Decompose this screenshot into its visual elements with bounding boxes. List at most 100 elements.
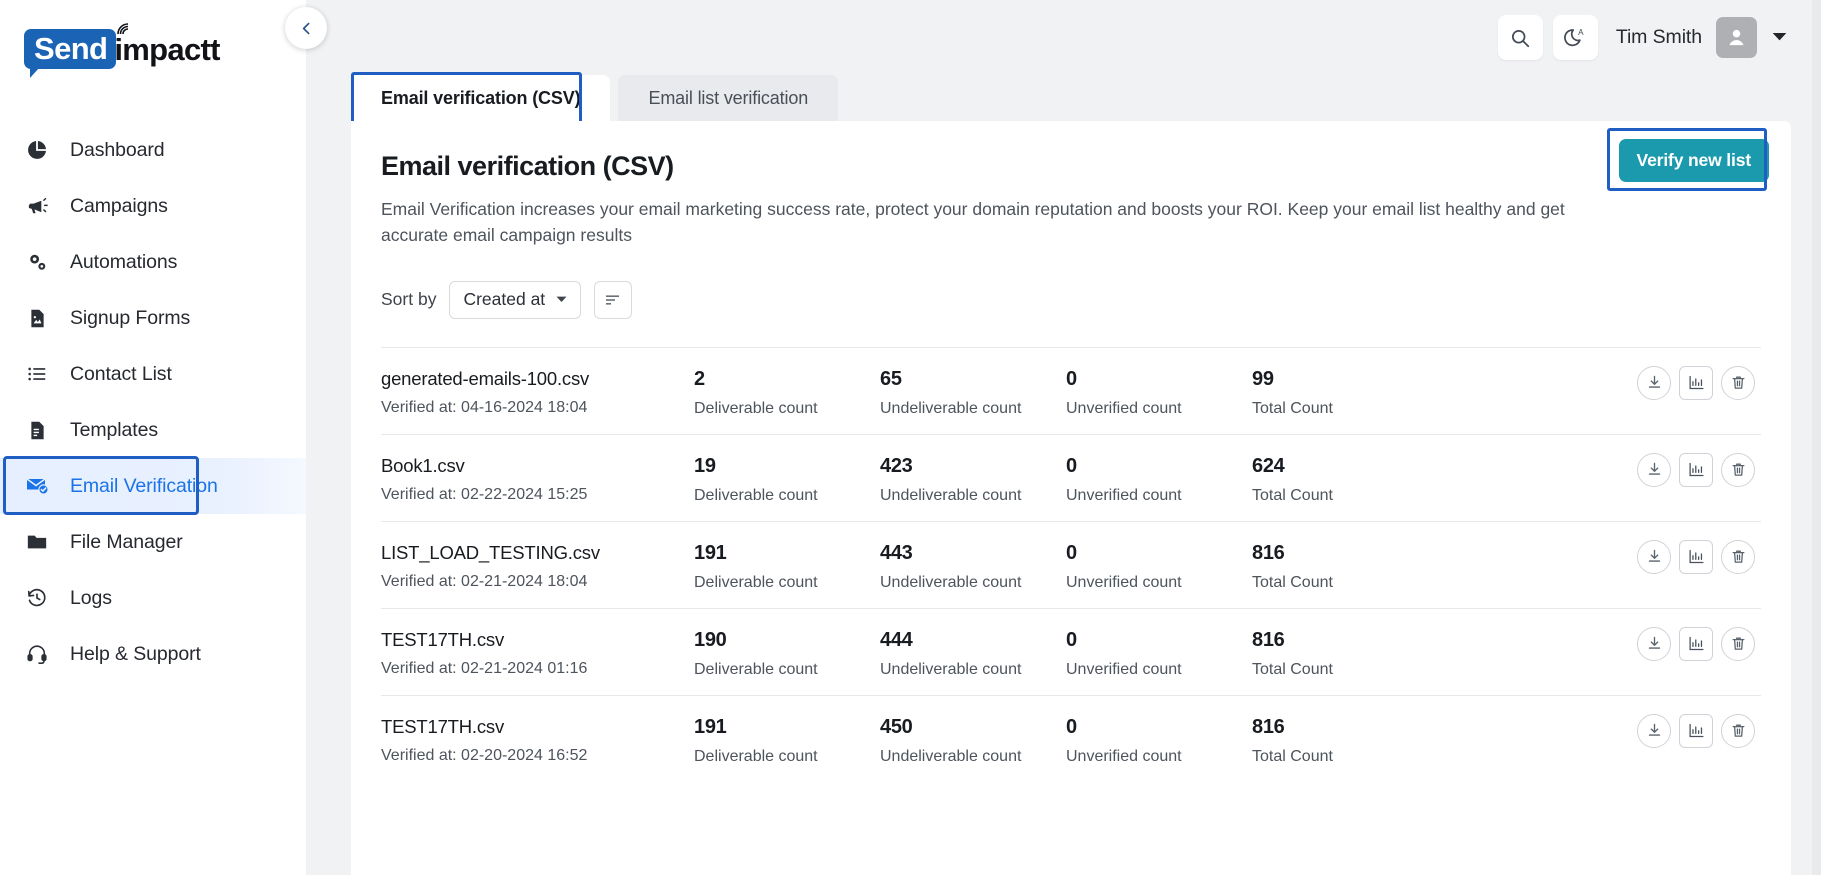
unverified-count: 0 [1066, 715, 1077, 738]
tab-email-verification-csv[interactable]: Email verification (CSV) [351, 75, 611, 121]
theme-toggle-button[interactable]: A [1552, 15, 1598, 60]
tab-label: Email list verification [648, 87, 809, 108]
sidebar-nav: Dashboard Campaigns Automations Signup F… [0, 122, 306, 682]
sidebar-item-automations[interactable]: Automations [0, 234, 306, 290]
undeliverable-count: 65 [880, 367, 902, 390]
total-count: 99 [1252, 367, 1274, 390]
file-name: TEST17TH.csv [381, 715, 505, 737]
logo-text-impactt: impactt [114, 22, 220, 65]
unverified-count: 0 [1066, 628, 1077, 651]
sidebar-item-templates[interactable]: Templates [0, 402, 306, 458]
total-count: 624 [1252, 454, 1285, 477]
verify-new-list-wrapper: Verify new list [1606, 128, 1769, 191]
user-menu-caret[interactable] [1772, 29, 1787, 47]
sidebar-item-signup-forms[interactable]: Signup Forms [0, 290, 306, 346]
sidebar-item-dashboard[interactable]: Dashboard [0, 122, 306, 178]
sidebar-item-file-manager[interactable]: File Manager [0, 514, 306, 570]
page-description: Email Verification increases your email … [381, 199, 1565, 246]
undeliverable-label: Undeliverable count [880, 573, 1022, 591]
download-button[interactable] [1637, 626, 1671, 661]
undeliverable-label: Undeliverable count [880, 747, 1022, 765]
tab-email-list-verification[interactable]: Email list verification [618, 75, 839, 121]
sidebar-collapse-button[interactable] [285, 7, 327, 49]
sidebar-item-label: Help & Support [70, 642, 201, 665]
total-count: 816 [1252, 541, 1285, 564]
total-cell: 816 Total Count [1252, 716, 1438, 766]
sidebar-item-help-support[interactable]: Help & Support [0, 626, 306, 682]
verify-new-list-button[interactable]: Verify new list [1618, 139, 1769, 182]
undeliverable-cell: 423 Undeliverable count [880, 455, 1066, 505]
tab-label: Email verification (CSV) [381, 87, 581, 108]
mail-check-icon [24, 474, 50, 498]
main-area: A Tim Smith Email verification (CSV) Ema… [306, 0, 1821, 875]
total-count: 816 [1252, 715, 1285, 738]
app-root: Send impactt Dashboard Campaigns Automat… [0, 0, 1821, 875]
deliverable-label: Deliverable count [694, 573, 818, 591]
total-label: Total Count [1252, 747, 1333, 765]
download-button[interactable] [1637, 365, 1671, 400]
deliverable-label: Deliverable count [694, 660, 818, 678]
stats-button[interactable] [1679, 626, 1713, 661]
chevron-down-icon [1772, 32, 1787, 40]
deliverable-count: 190 [694, 628, 727, 651]
deliverable-label: Deliverable count [694, 399, 818, 417]
right-edge-strip [1812, 0, 1821, 875]
unverified-label: Unverified count [1066, 660, 1182, 678]
verified-at: Verified at: 02-22-2024 15:25 [381, 485, 588, 503]
table-row[interactable]: TEST17TH.csv Verified at: 02-20-2024 16:5… [381, 694, 1761, 782]
sort-by-select[interactable]: Created at [449, 280, 582, 319]
form-image-icon [24, 308, 50, 329]
sidebar-item-logs[interactable]: Logs [0, 570, 306, 626]
stats-button[interactable] [1679, 539, 1713, 574]
total-cell: 816 Total Count [1252, 629, 1438, 679]
stats-button[interactable] [1679, 713, 1713, 748]
stats-button[interactable] [1679, 365, 1713, 400]
page-title: Email verification (CSV) [381, 151, 674, 181]
search-button[interactable] [1497, 15, 1543, 60]
file-cell: LIST_LOAD_TESTING.csv Verified at: 02-21-… [381, 542, 694, 591]
brand-logo[interactable]: Send impactt [0, 0, 306, 96]
sidebar-item-label: Email Verification [70, 474, 218, 497]
verified-at: Verified at: 04-16-2024 18:04 [381, 398, 588, 416]
megaphone-icon [24, 195, 50, 218]
file-name: Book1.csv [381, 454, 465, 476]
table-row[interactable]: LIST_LOAD_TESTING.csv Verified at: 02-21-… [381, 520, 1761, 608]
row-actions [1438, 713, 1761, 748]
unverified-cell: 0 Unverified count [1066, 629, 1252, 679]
stats-button[interactable] [1679, 452, 1713, 487]
sort-direction-button[interactable] [594, 280, 633, 319]
delete-button[interactable] [1721, 452, 1755, 487]
avatar[interactable] [1716, 17, 1757, 58]
delete-button[interactable] [1721, 626, 1755, 661]
logo-bubble: Send [24, 29, 117, 78]
deliverable-cell: 190 Deliverable count [694, 629, 880, 679]
sidebar-item-label: Signup Forms [70, 306, 191, 329]
sidebar-item-email-verification[interactable]: Email Verification [0, 456, 306, 515]
download-button[interactable] [1637, 713, 1671, 748]
table-row[interactable]: generated-emails-100.csv Verified at: 04-… [381, 346, 1761, 434]
headset-icon [24, 643, 50, 665]
download-button[interactable] [1637, 452, 1671, 487]
tab-bar: Email verification (CSV) Email list veri… [306, 72, 1821, 126]
sidebar-item-contact-list[interactable]: Contact List [0, 346, 306, 402]
row-actions [1438, 365, 1761, 400]
file-cell: generated-emails-100.csv Verified at: 04-… [381, 368, 694, 417]
chevron-down-icon [556, 296, 567, 302]
sidebar-item-label: Campaigns [70, 194, 168, 217]
table-row[interactable]: TEST17TH.csv Verified at: 02-21-2024 01:1… [381, 607, 1761, 695]
deliverable-cell: 191 Deliverable count [694, 716, 880, 766]
delete-button[interactable] [1721, 713, 1755, 748]
sidebar-item-campaigns[interactable]: Campaigns [0, 178, 306, 234]
total-count: 816 [1252, 628, 1285, 651]
delete-button[interactable] [1721, 365, 1755, 400]
verified-at: Verified at: 02-21-2024 18:04 [381, 572, 588, 590]
logo-text-send: Send [34, 31, 108, 66]
total-cell: 99 Total Count [1252, 368, 1438, 418]
unverified-count: 0 [1066, 454, 1077, 477]
table-row[interactable]: Book1.csv Verified at: 02-22-2024 15:25 19… [381, 433, 1761, 521]
undeliverable-count: 444 [880, 628, 913, 651]
history-clock-icon [24, 587, 50, 609]
download-button[interactable] [1637, 539, 1671, 574]
total-label: Total Count [1252, 486, 1333, 504]
delete-button[interactable] [1721, 539, 1755, 574]
